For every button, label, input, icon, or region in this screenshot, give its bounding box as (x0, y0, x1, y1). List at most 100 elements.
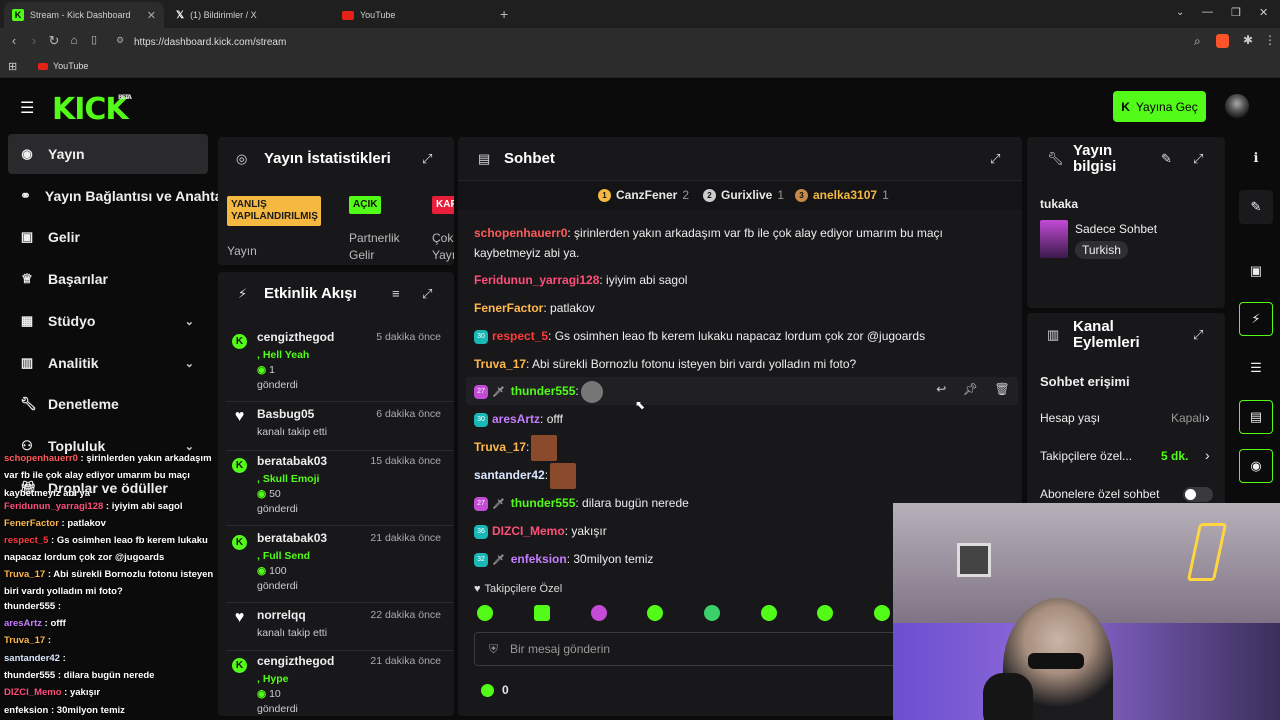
top-gifter[interactable]: 2 Gurixlive 1 (703, 188, 784, 202)
activity-item: K cengizthegod 5 dakika önce , Hell Yeah… (226, 326, 454, 402)
subscriber-only-toggle[interactable] (1183, 487, 1213, 502)
chat-message[interactable]: 30 respect_5: Gs osimhen leao fb kerem lu… (474, 326, 994, 346)
minimize-icon[interactable]: — (1202, 6, 1213, 18)
reply-icon[interactable]: ↩ (936, 382, 946, 396)
expand-icon[interactable]: ⤢ (422, 151, 432, 167)
emote-icon[interactable] (534, 605, 550, 621)
nav-yayin[interactable]: ◉ Yayın (8, 134, 208, 174)
nav-denetleme[interactable]: 🔧︎ Denetleme (8, 384, 208, 424)
chat-message[interactable]: 30 aresArtz: offf (474, 409, 994, 429)
nav-basarilar[interactable]: ♕ Başarılar (8, 259, 208, 299)
kick-logo[interactable]: KICK BETA (52, 92, 132, 127)
chat-message[interactable]: santander42: (474, 463, 994, 489)
overlay-chat-line: FenerFactor : patlakov (4, 518, 106, 529)
tab-list-icon[interactable]: ⌄ (1176, 7, 1184, 18)
overlay-chat-line: Feridunun_yarragi128 : iyiyim abi sagol (4, 501, 183, 512)
bookmark-youtube[interactable]: YouTube (38, 61, 88, 71)
record-icon[interactable]: ◉ (1239, 449, 1273, 483)
go-live-button[interactable]: K Yayına Geç (1113, 91, 1206, 122)
apps-grid-icon[interactable]: ⊞ (8, 60, 17, 73)
filter-icon[interactable]: ≡ (392, 286, 400, 301)
user-avatar[interactable] (1225, 94, 1249, 118)
link-icon: ⚭ (20, 188, 31, 203)
close-tab-icon[interactable]: ✕ (147, 9, 156, 22)
chat-message[interactable]: Truva_17: Abi sürekli Bornozlu fotonu is… (474, 354, 994, 374)
home-icon[interactable]: ⌂ (64, 33, 84, 47)
extensions-icon[interactable]: ✱ (1243, 33, 1253, 47)
chart-icon: ▥ (20, 355, 34, 370)
language-tag: Turkish (1075, 241, 1128, 259)
chat-bubble-icon: ▤ (478, 151, 491, 166)
browser-menu-icon[interactable]: ⋮ (1264, 33, 1276, 47)
tab-x-notifications[interactable]: 𝕏 (1) Bildirimler / X (168, 2, 332, 28)
overlay-chat-line: thunder555 : (4, 601, 62, 612)
back-icon[interactable]: ‹ (4, 33, 24, 48)
message-actions: ↩ 📌︎ 🗑︎ (928, 378, 1018, 400)
expand-icon[interactable]: ⤢ (990, 151, 1000, 167)
account-age-value[interactable]: Kapalı (1171, 411, 1205, 425)
overlay-chat-line: Truva_17 : (4, 635, 52, 646)
category-thumbnail[interactable] (1040, 220, 1068, 258)
video-icon[interactable]: ▣ (1239, 254, 1273, 288)
emote-icon[interactable] (647, 605, 663, 621)
edit-icon[interactable]: ✎ (1161, 151, 1172, 167)
edit-icon[interactable]: ✎ (1239, 190, 1273, 224)
emote-icon[interactable] (874, 605, 890, 621)
chat-message[interactable]: schopenhauerr0: şirinlerden yakın arkada… (474, 223, 994, 263)
wallet-icon: ▣ (20, 229, 34, 244)
top-gifter[interactable]: 1 CanzFener 2 (598, 188, 689, 202)
expand-icon[interactable]: ⤢ (422, 286, 432, 302)
chat-message[interactable]: FenerFactor: patlakov (474, 298, 994, 318)
chat-message[interactable]: Feridunun_yarragi128: iyiyim abi sagol (474, 270, 994, 290)
emote-icon[interactable] (477, 605, 493, 621)
emote-icon[interactable] (817, 605, 833, 621)
maximize-icon[interactable]: ❐ (1231, 6, 1241, 19)
top-gifter[interactable]: 3 anelka3107 1 (795, 188, 889, 202)
close-window-icon[interactable]: ✕ (1259, 6, 1268, 19)
tab-youtube[interactable]: YouTube (334, 2, 494, 28)
info-icon[interactable]: ℹ (1239, 141, 1273, 175)
reload-icon[interactable]: ↻ (44, 33, 64, 49)
tab-kick-dashboard[interactable]: K Stream - Kick Dashboard ✕ (4, 2, 164, 28)
nav-analitik[interactable]: ▥ Analitik ⌄ (8, 343, 208, 383)
stat-label: Çok Yayı (432, 231, 454, 262)
emote-icon[interactable] (761, 605, 777, 621)
site-info-icon[interactable]: ⚙ (116, 35, 124, 46)
expand-icon[interactable]: ⤢ (1193, 327, 1203, 343)
new-tab-icon[interactable]: + (500, 6, 508, 22)
lightning-icon[interactable]: ⚡︎ (1239, 302, 1273, 336)
emote-image (550, 463, 577, 489)
chat-message[interactable]: Truva_17: (474, 435, 994, 461)
nav-stream-key[interactable]: ⚭ Yayın Bağlantısı ve Anahta (8, 176, 218, 216)
chevron-right-icon[interactable]: › (1205, 409, 1210, 425)
chat-leaderboard: 1 CanzFener 2 2 Gurixlive 1 3 anelka3107 1 (458, 180, 1022, 210)
panel-title: Yayın bilgisi (1073, 142, 1117, 175)
status-badge: KAP (432, 196, 454, 214)
brave-shield-icon[interactable] (1216, 34, 1229, 48)
wrench-icon: 🔧︎ (1047, 151, 1064, 166)
nav-studyo[interactable]: ▦ Stüdyo ⌄ (8, 301, 208, 341)
chevron-right-icon[interactable]: › (1205, 447, 1210, 463)
followers-only-value[interactable]: 5 dk. (1161, 449, 1188, 463)
subscriber-badge-icon: 27 (474, 496, 488, 511)
nav-gelir[interactable]: ▣ Gelir (8, 217, 208, 257)
pin-icon[interactable]: 📌︎ (963, 382, 978, 396)
chat-message[interactable]: 27 🗡︎ thunder555: (474, 381, 994, 403)
delete-icon[interactable]: 🗑︎ (995, 382, 1010, 396)
section-title: Sohbet erişimi (1040, 374, 1130, 389)
zoom-icon[interactable]: ⌕ (1194, 34, 1201, 49)
hamburger-menu-icon[interactable]: ☰ (20, 98, 34, 118)
forward-icon[interactable]: › (24, 33, 44, 48)
trophy-icon: ♕ (21, 271, 33, 286)
stream-info-panel: 🔧︎ Yayın bilgisi ✎ ⤢ tukaka Sadece Sohbe… (1027, 137, 1225, 308)
channel-points[interactable]: 0 (481, 683, 509, 697)
emote-icon[interactable] (704, 605, 720, 621)
list-icon[interactable]: ☰ (1239, 351, 1273, 385)
chat-icon[interactable]: ▤ (1239, 400, 1273, 434)
followers-only-label: ♥ Takipçilere Özel (474, 583, 563, 595)
expand-icon[interactable]: ⤢ (1193, 151, 1203, 167)
category-name[interactable]: Sadece Sohbet (1075, 222, 1157, 236)
bookmark-icon[interactable]: ▯ (84, 33, 104, 46)
emote-icon[interactable] (591, 605, 607, 621)
url-field[interactable]: ⚙ https://dashboard.kick.com/stream (110, 32, 1240, 52)
